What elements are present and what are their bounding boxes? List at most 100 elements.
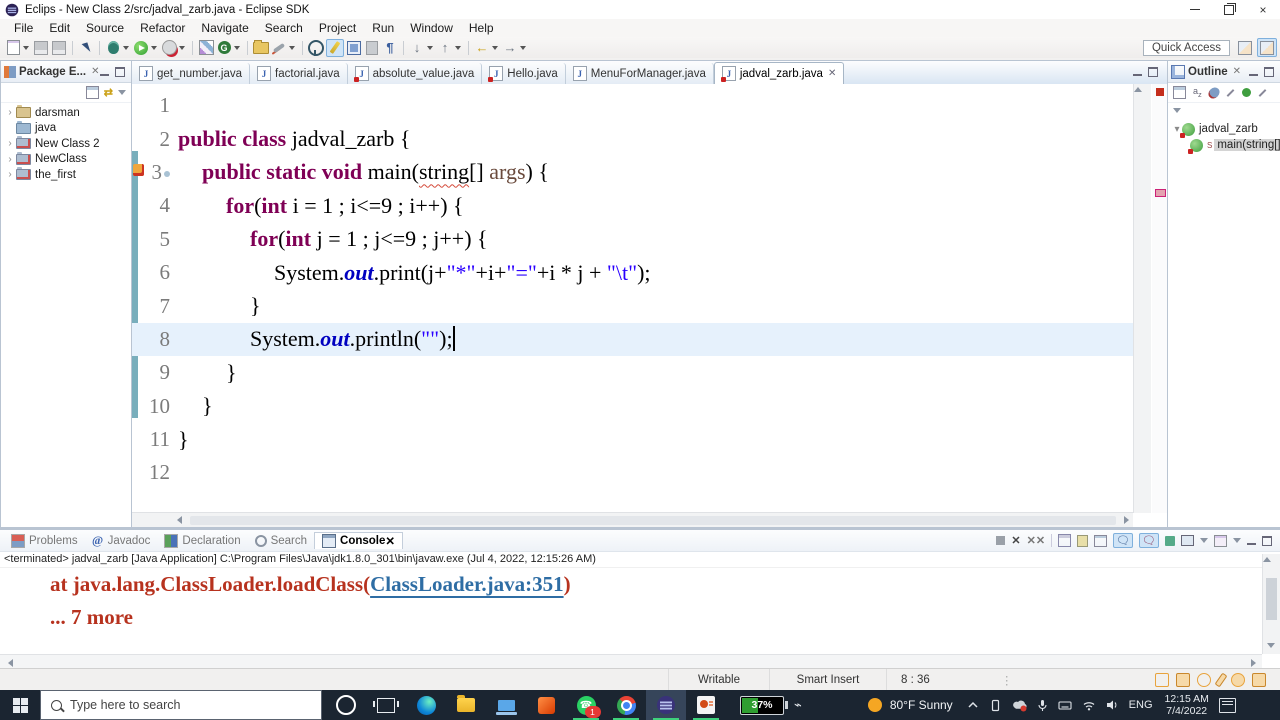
tree-item-new-class-2[interactable]: › New Class 2	[5, 136, 131, 152]
back-icon[interactable]: ←	[474, 40, 490, 56]
restore-button[interactable]	[1212, 0, 1246, 19]
hide-static-icon[interactable]	[1226, 88, 1235, 97]
new-wizard-icon[interactable]	[5, 40, 21, 56]
console-vertical-scrollbar[interactable]	[1262, 554, 1280, 654]
tray-onedrive-error-icon[interactable]	[1012, 699, 1027, 712]
editor-tab-jadval_zarb-java[interactable]: Jjadval_zarb.java ✕	[713, 62, 845, 84]
status-icon-5[interactable]	[1231, 673, 1245, 687]
run-icon-dropdown[interactable]	[151, 45, 157, 50]
menu-help[interactable]: Help	[461, 19, 502, 37]
tray-touch-keyboard-icon[interactable]	[1058, 700, 1072, 711]
console-tab-close-icon[interactable]: ✕	[385, 534, 395, 548]
menu-refactor[interactable]: Refactor	[132, 19, 193, 37]
editor-tab-MenuForManager-java[interactable]: J MenuForManager.java	[565, 63, 714, 84]
code-line-6[interactable]: 6 System.out.print(j+"*"+i+"="+i * j + "\…	[132, 256, 1133, 289]
file-explorer-button[interactable]	[446, 690, 486, 720]
console-tab-console[interactable]: Console ✕	[314, 532, 404, 549]
weather-widget[interactable]: 80°F Sunny	[867, 698, 953, 712]
cortana-button[interactable]	[326, 690, 366, 720]
forward-icon[interactable]: →	[502, 40, 518, 56]
hide-non-public-icon[interactable]	[1241, 88, 1251, 97]
menu-window[interactable]: Window	[402, 19, 461, 37]
debug-icon[interactable]	[105, 40, 121, 56]
code-editor[interactable]: 1 2 public class jadval_zarb {3 public stat…	[132, 84, 1133, 513]
outline-close-icon[interactable]: ✕	[1233, 66, 1241, 77]
editor-tab-factorial-java[interactable]: Jfactorial.java	[250, 63, 348, 84]
maximize-view-icon[interactable]	[115, 66, 125, 77]
editor-tab-get_number-java[interactable]: Jget_number.java	[132, 63, 251, 84]
status-icon-2[interactable]	[1176, 673, 1190, 687]
expand-arrow-icon[interactable]: ›	[5, 154, 15, 165]
link-with-editor-icon[interactable]: ⇄	[104, 86, 113, 99]
console-tab-declaration[interactable]: Declaration	[157, 533, 247, 549]
stack-trace-link[interactable]: ClassLoader.java:351	[370, 572, 563, 596]
tab-close-icon[interactable]: ✕	[828, 68, 836, 79]
console-output[interactable]: at java.lang.ClassLoader.loadClass(Class…	[0, 568, 1262, 654]
hide-fields-icon[interactable]	[1205, 84, 1222, 101]
code-line-5[interactable]: 5 for(int j = 1 ; j<=9 ; j++) {	[132, 223, 1133, 256]
status-icon-6[interactable]	[1252, 673, 1266, 687]
expand-arrow-icon[interactable]: ›	[5, 138, 15, 149]
perspective-other-icon[interactable]	[1236, 39, 1254, 56]
package-explorer-tab[interactable]: Package E...	[19, 66, 86, 78]
clock-widget[interactable]: 12:15 AM 7/4/2022	[1165, 693, 1209, 717]
outline-menu-icon[interactable]	[1173, 107, 1181, 113]
powerpoint-button[interactable]	[686, 690, 726, 720]
new-wizard-icon-dropdown[interactable]	[23, 45, 29, 50]
console-tab-javadoc[interactable]: @ Javadoc	[85, 533, 158, 548]
sort-icon[interactable]: az	[1193, 86, 1202, 99]
status-icon-1[interactable]	[1155, 673, 1169, 687]
clear-console-icon[interactable]	[1058, 534, 1072, 547]
show-stderr-icon[interactable]: 🗨	[1139, 533, 1159, 548]
minimize-view-icon[interactable]	[100, 67, 109, 76]
overview-error-marker[interactable]	[1155, 189, 1166, 197]
battery-widget[interactable]: 37% ⌁	[740, 695, 802, 715]
code-line-10[interactable]: 10}	[132, 390, 1133, 423]
task-view-button[interactable]	[366, 690, 406, 720]
office-button[interactable]	[526, 690, 566, 720]
back-icon-dropdown[interactable]	[492, 45, 498, 50]
menu-edit[interactable]: Edit	[41, 19, 78, 37]
outline-tab[interactable]: Outline	[1188, 66, 1228, 78]
external-tools-icon-dropdown[interactable]	[289, 45, 295, 50]
tray-volume-icon[interactable]	[1106, 699, 1119, 711]
maximize-editor-icon[interactable]	[1148, 67, 1158, 77]
editor-vertical-scrollbar[interactable]	[1133, 84, 1151, 513]
edge-button[interactable]	[406, 690, 446, 720]
language-indicator[interactable]: ENG	[1129, 699, 1153, 711]
tree-item-darsman[interactable]: › darsman	[5, 105, 131, 121]
show-annotations-icon[interactable]	[346, 40, 362, 56]
run-icon[interactable]	[133, 40, 149, 56]
collapse-all-icon[interactable]	[85, 86, 99, 99]
maximize-console-icon[interactable]	[1262, 535, 1272, 546]
scroll-lock-icon[interactable]	[1077, 534, 1089, 547]
menu-navigate[interactable]: Navigate	[193, 19, 256, 37]
editor-tab-Hello-java[interactable]: J Hello.java	[482, 63, 566, 84]
code-line-3[interactable]: 3 public static void main(string[] args) …	[132, 156, 1133, 189]
expand-arrow-icon[interactable]: ›	[5, 107, 15, 118]
save-icon[interactable]	[33, 40, 49, 56]
code-line-8[interactable]: 8 System.out.println("");	[132, 322, 1133, 357]
code-line-4[interactable]: 4 for(int i = 1 ; i<=9 ; i++) {	[132, 189, 1133, 222]
tree-item-newclass[interactable]: › NewClass	[5, 151, 131, 168]
previous-annotation-icon-dropdown[interactable]	[455, 45, 461, 50]
console-tab-problems[interactable]: Problems	[4, 533, 85, 549]
tray-chevron-icon[interactable]	[967, 701, 979, 709]
open-resource-icon[interactable]	[253, 39, 269, 56]
coverage-icon-dropdown[interactable]	[179, 45, 185, 50]
action-center-icon[interactable]	[1218, 697, 1236, 713]
external-tools-icon[interactable]	[271, 40, 287, 56]
close-button[interactable]: ×	[1246, 0, 1280, 19]
tray-microphone-icon[interactable]	[1037, 699, 1048, 712]
minimize-editor-icon[interactable]	[1133, 67, 1142, 76]
remove-all-launches-icon[interactable]: ✕✕	[1027, 534, 1045, 547]
menu-source[interactable]: Source	[78, 19, 132, 37]
mark-occurrences-icon[interactable]	[326, 38, 344, 57]
open-console-menu-icon[interactable]	[1233, 538, 1241, 543]
code-line-7[interactable]: 7}	[132, 289, 1133, 322]
menu-search[interactable]: Search	[257, 19, 311, 37]
next-annotation-icon-dropdown[interactable]	[427, 45, 433, 50]
open-type-icon[interactable]: G	[216, 40, 232, 56]
pointer-icon[interactable]	[78, 40, 94, 56]
tree-item-java[interactable]: java	[5, 120, 131, 137]
